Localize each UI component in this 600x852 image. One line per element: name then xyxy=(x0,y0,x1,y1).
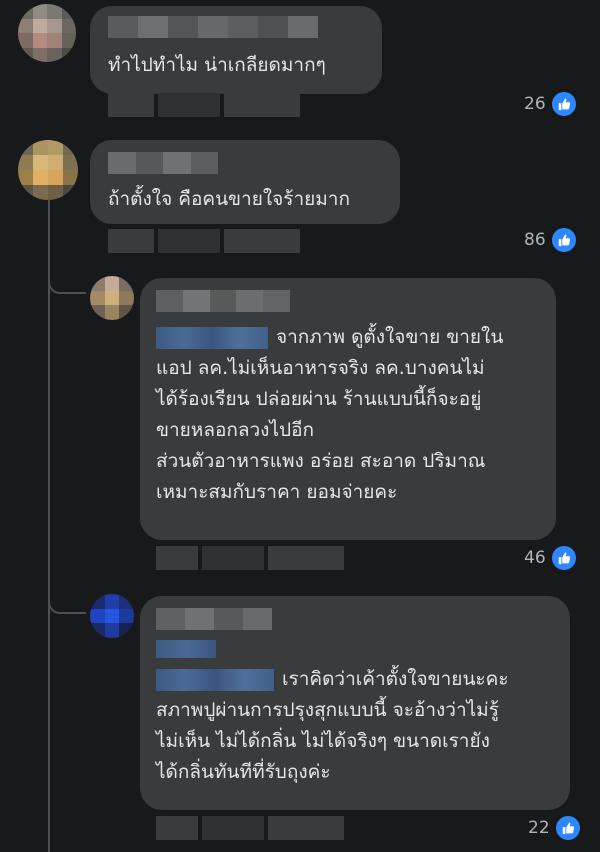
reaction-count[interactable]: 46 xyxy=(524,546,576,570)
reply-connector xyxy=(48,260,86,294)
commenter-name[interactable] xyxy=(156,290,290,312)
comment-text: ถ้าตั้งใจ คือคนขายใจร้ายมาก xyxy=(108,188,350,210)
tagged-user[interactable] xyxy=(156,326,268,349)
reply-text: เราคิดว่าเค้าตั้งใจขายนะคะ สภาพปูผ่านการ… xyxy=(156,668,509,783)
comment-text: ทำไปทำไม น่าเกลียดมากๆ xyxy=(108,54,326,76)
avatar[interactable] xyxy=(18,140,78,200)
thumbs-up-icon xyxy=(551,92,576,116)
commenter-name[interactable] xyxy=(156,608,272,630)
tagged-user[interactable] xyxy=(156,668,274,691)
like-count: 22 xyxy=(528,818,550,838)
commenter-name[interactable] xyxy=(108,152,218,174)
like-count: 86 xyxy=(524,230,546,250)
avatar[interactable] xyxy=(90,276,134,320)
reply-connector xyxy=(48,580,86,614)
thumbs-up-icon xyxy=(555,816,580,840)
tagged-user[interactable] xyxy=(156,640,216,658)
thumbs-up-icon xyxy=(551,228,576,252)
like-count: 46 xyxy=(524,548,546,568)
like-count: 26 xyxy=(524,94,546,114)
reaction-count[interactable]: 26 xyxy=(524,92,576,116)
comment-actions[interactable] xyxy=(156,546,344,570)
comment-actions[interactable] xyxy=(108,229,300,253)
avatar[interactable] xyxy=(18,4,76,62)
avatar[interactable] xyxy=(90,594,134,638)
reaction-count[interactable]: 86 xyxy=(524,228,576,252)
thumbs-up-icon xyxy=(551,546,576,570)
reply-text: จากภาพ ดูตั้งใจขาย ขายใน แอป ลค.ไม่เห็นอ… xyxy=(156,326,504,503)
commenter-name[interactable] xyxy=(108,16,318,38)
comment-actions[interactable] xyxy=(108,93,300,117)
comment-actions[interactable] xyxy=(156,816,344,840)
reaction-count[interactable]: 22 xyxy=(528,816,580,840)
thread-line xyxy=(48,200,50,852)
